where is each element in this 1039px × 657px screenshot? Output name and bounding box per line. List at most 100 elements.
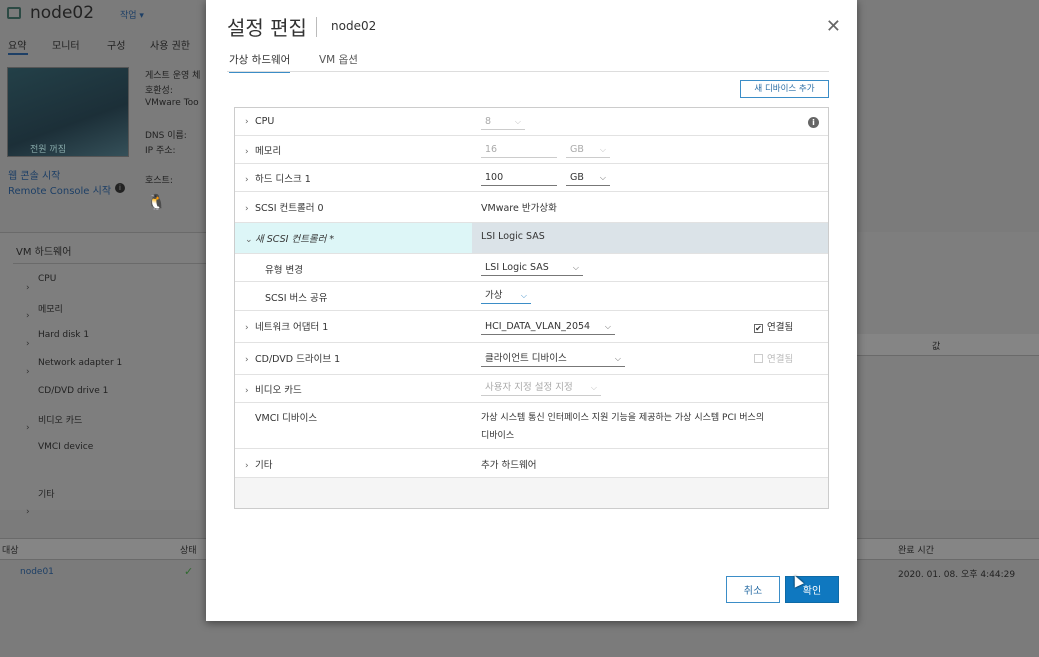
- row-scsi0-label[interactable]: › SCSI 컨트롤러 0: [245, 200, 324, 214]
- checkbox-unchecked-icon: [754, 354, 763, 363]
- linux-icon: 🐧: [147, 193, 166, 211]
- info-compatibility: 호환성:: [145, 86, 173, 96]
- bg-tab-configure[interactable]: 구성: [107, 37, 125, 52]
- info-vmware-tools: VMware Too: [145, 98, 199, 108]
- hw-item-network[interactable]: Network adapter 1: [38, 358, 122, 368]
- check-icon: ✓: [184, 565, 194, 578]
- chevron-right-icon[interactable]: ›: [245, 117, 255, 127]
- actions-menu[interactable]: 작업 ▾: [120, 8, 144, 21]
- right-col-header-bar: [857, 334, 1039, 356]
- chevron-right-icon[interactable]: ›: [245, 147, 255, 157]
- right-col-header: 값: [932, 342, 941, 352]
- remote-console-link[interactable]: Remote Console 시작: [8, 182, 111, 197]
- dialog-title: 설정 편집: [227, 16, 307, 40]
- vmci-description-line1: 가상 시스템 통신 인터페이스 지원 기능을 제공하는 가상 시스템 PCI 버…: [481, 413, 765, 423]
- bg-tab-monitor[interactable]: 모니터: [52, 37, 80, 52]
- title-separator: [316, 17, 317, 37]
- cdrom-connected-checkbox[interactable]: 연결됨: [754, 351, 793, 365]
- task-target-link[interactable]: node01: [20, 567, 54, 577]
- chevron-down-icon: ⌵: [590, 383, 597, 392]
- dialog-subtitle: node02: [331, 19, 377, 33]
- hw-item-other[interactable]: 기타: [38, 487, 55, 500]
- cpu-value: 8: [485, 116, 492, 127]
- vm-hardware-panel: [0, 232, 206, 510]
- chevron-down-icon: ⌵: [572, 263, 579, 272]
- row-other-label[interactable]: › 기타: [245, 457, 272, 471]
- bus-sharing-value: 가상: [485, 290, 503, 301]
- cdrom-value: 클라이언트 디바이스: [485, 353, 567, 364]
- bus-sharing-select[interactable]: 가상 ⌵: [481, 288, 531, 304]
- tasks-header-completed[interactable]: 완료 시간: [898, 543, 934, 556]
- tab-vm-options[interactable]: VM 옵션: [319, 52, 358, 71]
- row-video-label[interactable]: › 비디오 카드: [245, 382, 302, 396]
- hw-item-video[interactable]: 비디오 카드: [38, 413, 82, 426]
- memory-unit-select[interactable]: GB ⌵: [566, 142, 610, 158]
- cdrom-select[interactable]: 클라이언트 디바이스 ⌵: [481, 351, 625, 367]
- tasks-header-target[interactable]: 대상: [2, 543, 19, 556]
- hw-item-disk[interactable]: Hard disk 1: [38, 330, 89, 340]
- chevron-down-icon: ⌵: [604, 322, 611, 331]
- hw-chevrons: › › › › › ›: [26, 283, 30, 517]
- row-cdrom: › CD/DVD 드라이브 1 클라이언트 디바이스 ⌵ 연결됨: [235, 343, 828, 375]
- chevron-right-icon[interactable]: ›: [245, 461, 255, 471]
- add-new-device-button[interactable]: 새 디바이스 추가: [740, 80, 829, 98]
- chevron-right-icon[interactable]: ›: [245, 386, 255, 396]
- row-nic-label[interactable]: › 네트워크 어댑터 1: [245, 319, 328, 333]
- disk-size-input[interactable]: 100: [481, 170, 557, 186]
- web-console-link[interactable]: 웹 콘솔 시작: [8, 167, 60, 182]
- tasks-header-status[interactable]: 상태: [180, 543, 197, 556]
- row-video-card: › 비디오 카드 사용자 지정 설정 지정 ⌵: [235, 375, 828, 403]
- row-bus-sharing: SCSI 버스 공유 가상 ⌵: [235, 282, 828, 311]
- video-select[interactable]: 사용자 지정 설정 지정 ⌵: [481, 380, 601, 396]
- row-disk-label[interactable]: › 하드 디스크 1: [245, 171, 311, 185]
- chevron-down-icon: ⌵: [514, 117, 521, 126]
- memory-input[interactable]: 16: [481, 142, 557, 158]
- chevron-down-icon[interactable]: ⌄: [245, 235, 255, 245]
- network-select[interactable]: HCI_DATA_VLAN_2054 ⌵: [481, 319, 615, 335]
- info-icon: i: [115, 183, 125, 193]
- scsi0-label-text: SCSI 컨트롤러 0: [255, 203, 324, 214]
- network-value: HCI_DATA_VLAN_2054: [485, 321, 591, 332]
- close-icon[interactable]: ✕: [826, 18, 841, 36]
- chevron-right-icon[interactable]: ›: [245, 204, 255, 214]
- vmci-description-line2: 디바이스: [481, 431, 515, 441]
- chevron-down-icon: ⌵: [614, 354, 621, 363]
- video-label-text: 비디오 카드: [255, 385, 302, 396]
- vm-name: node02: [30, 3, 95, 23]
- bg-tab-summary[interactable]: 요약: [8, 37, 26, 52]
- hw-item-vmci[interactable]: VMCI device: [38, 442, 93, 452]
- console-power-off-label: 전원 꺼짐: [30, 145, 66, 155]
- tab-virtual-hardware[interactable]: 가상 하드웨어: [229, 52, 291, 73]
- info-host: 호스트:: [145, 176, 173, 186]
- disk-unit-select[interactable]: GB ⌵: [566, 170, 610, 186]
- type-change-label: 유형 변경: [265, 265, 303, 276]
- hw-item-memory[interactable]: 메모리: [38, 302, 63, 315]
- row-network-adapter: › 네트워크 어댑터 1 HCI_DATA_VLAN_2054 ⌵ ✔ 연결됨: [235, 311, 828, 343]
- controller-type-select[interactable]: LSI Logic SAS ⌵: [481, 260, 583, 276]
- hw-item-cdrom[interactable]: CD/DVD drive 1: [38, 386, 108, 396]
- hw-item-cpu[interactable]: CPU: [38, 274, 56, 284]
- video-value: 사용자 지정 설정 지정: [485, 382, 573, 393]
- info-icon[interactable]: i: [808, 117, 819, 128]
- row-memory-label[interactable]: › 메모리: [245, 143, 281, 157]
- chevron-right-icon[interactable]: ›: [245, 175, 255, 185]
- controller-type-value: LSI Logic SAS: [485, 262, 549, 273]
- cancel-button[interactable]: 취소: [726, 576, 780, 603]
- row-hard-disk: › 하드 디스크 1 100 GB ⌵: [235, 164, 828, 192]
- console-thumbnail[interactable]: [7, 67, 129, 157]
- chevron-right-icon[interactable]: ›: [245, 355, 255, 365]
- other-label-text: 기타: [255, 460, 273, 471]
- info-ip-address: IP 주소:: [145, 146, 176, 156]
- row-cpu-label[interactable]: › CPU: [245, 116, 274, 127]
- row-vmci: VMCI 디바이스 가상 시스템 통신 인터페이스 지원 기능을 제공하는 가상…: [235, 403, 828, 449]
- row-cpu: › CPU 8 ⌵ i: [235, 108, 828, 136]
- row-cdrom-label[interactable]: › CD/DVD 드라이브 1: [245, 351, 340, 365]
- bg-tab-permissions[interactable]: 사용 권한: [150, 37, 190, 52]
- row-new-scsi-label[interactable]: ⌄ 새 SCSI 컨트롤러 *: [245, 231, 334, 245]
- nic-connected-checkbox[interactable]: ✔ 연결됨: [754, 319, 793, 333]
- info-guest-os: 게스트 운영 체: [145, 71, 201, 81]
- row-new-scsi-controller: ⌄ 새 SCSI 컨트롤러 * LSI Logic SAS: [235, 223, 828, 254]
- chevron-right-icon[interactable]: ›: [245, 323, 255, 333]
- cdrom-label-text: CD/DVD 드라이브 1: [255, 354, 341, 365]
- cpu-select[interactable]: 8 ⌵: [481, 114, 525, 130]
